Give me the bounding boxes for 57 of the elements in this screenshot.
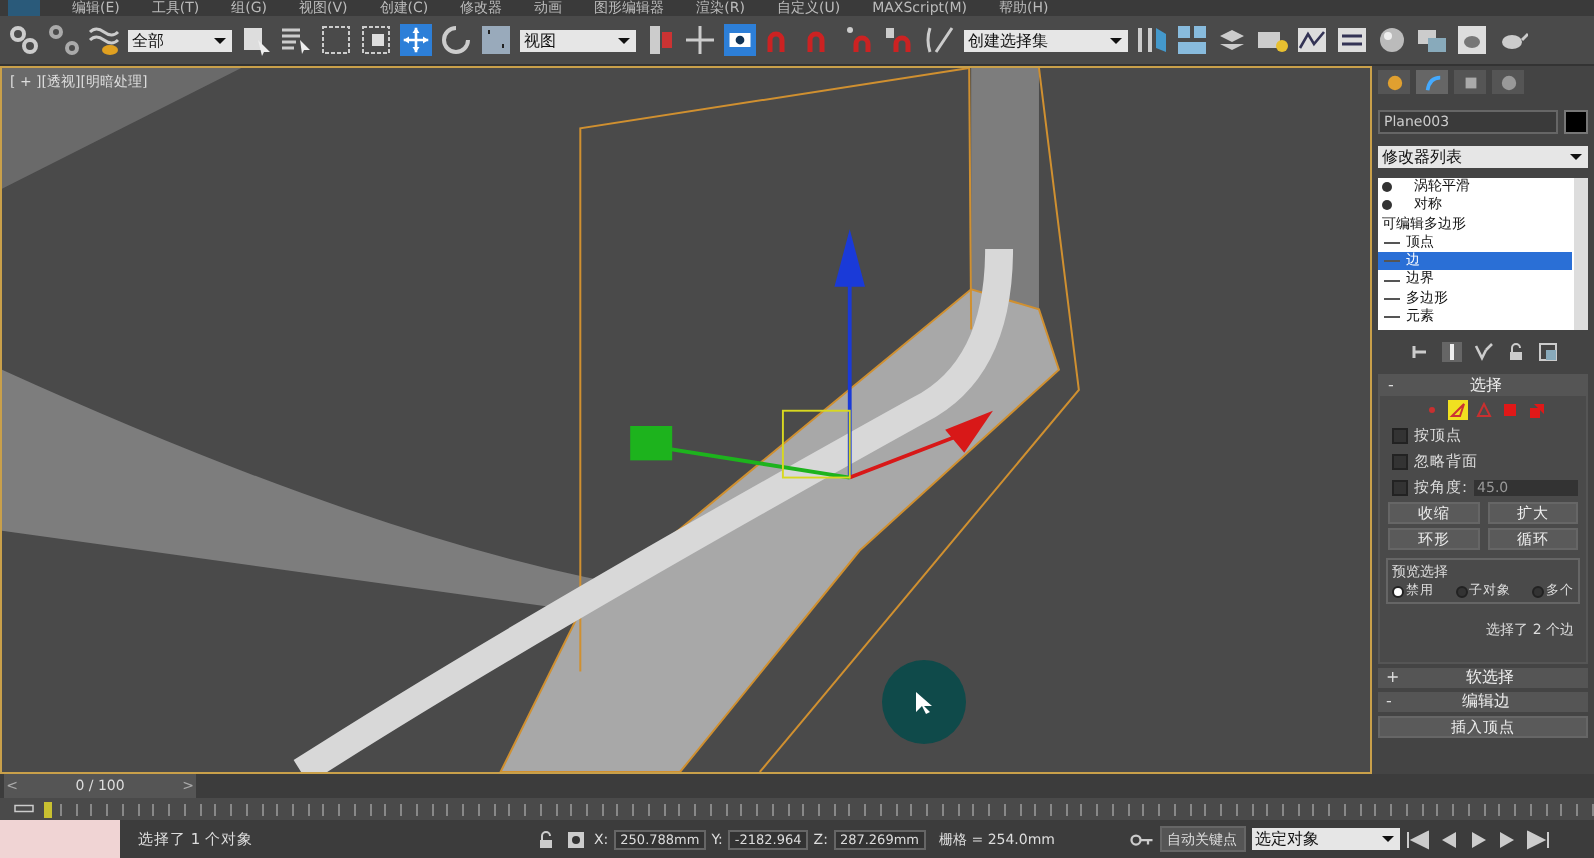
- mirror-icon[interactable]: [1136, 24, 1168, 56]
- schematic-icon[interactable]: [1336, 24, 1368, 56]
- material-editor-icon[interactable]: [1376, 24, 1408, 56]
- key-filter-dropdown[interactable]: 选定对象: [1251, 828, 1399, 850]
- configure-sets-icon[interactable]: [1537, 342, 1557, 362]
- filter-dropdown[interactable]: 全部: [128, 29, 232, 51]
- manipulate-icon[interactable]: [724, 24, 756, 56]
- show-end-result-icon[interactable]: [1441, 342, 1461, 362]
- hierarchy-tab[interactable]: [1454, 70, 1486, 94]
- modifier-list-dropdown[interactable]: 修改器列表: [1378, 146, 1588, 168]
- go-to-start-icon[interactable]: [1405, 829, 1429, 849]
- object-color-swatch[interactable]: [1564, 110, 1588, 134]
- coordinate-dropdown[interactable]: 视图: [520, 29, 636, 51]
- checkbox[interactable]: [1392, 479, 1408, 495]
- selection-set-dropdown[interactable]: 创建选择集: [964, 29, 1128, 51]
- track-bar[interactable]: [0, 798, 1594, 820]
- make-unique-icon[interactable]: [1473, 342, 1493, 362]
- window-crossing-icon[interactable]: [360, 24, 392, 56]
- maxscript-listener-field[interactable]: [0, 820, 120, 858]
- sphere-icon: [1385, 73, 1403, 91]
- go-to-end-icon[interactable]: [1525, 829, 1549, 849]
- move-cross-icon[interactable]: [684, 24, 716, 56]
- rotate-icon[interactable]: [440, 24, 472, 56]
- list-icon[interactable]: [280, 24, 312, 56]
- move-icon[interactable]: [400, 24, 432, 56]
- lock-icon[interactable]: [534, 829, 558, 849]
- rollout-header[interactable]: - 编辑边: [1378, 692, 1588, 712]
- rollout-header[interactable]: - 选择: [1380, 376, 1586, 396]
- edge-level-icon[interactable]: [1447, 400, 1467, 420]
- render-setup-icon[interactable]: [1416, 24, 1448, 56]
- align-icon[interactable]: [1176, 24, 1208, 56]
- pivot-icon[interactable]: [644, 24, 676, 56]
- next-key-icon[interactable]: [1495, 829, 1519, 849]
- lock-icon[interactable]: [1505, 342, 1525, 362]
- absolute-mode-icon[interactable]: [564, 829, 588, 849]
- link-icon[interactable]: [8, 24, 40, 56]
- time-marker-icon: [44, 801, 52, 817]
- unlink-icon[interactable]: [48, 24, 80, 56]
- rectangle-select-icon[interactable]: [320, 24, 352, 56]
- curve-editor-icon[interactable]: [1296, 24, 1328, 56]
- percent-snap-icon[interactable]: [844, 24, 876, 56]
- curve-icon: [1423, 73, 1441, 91]
- key-icon[interactable]: [1129, 829, 1153, 849]
- rollout-header[interactable]: + 软选择: [1378, 668, 1588, 688]
- motion-tab[interactable]: [1492, 70, 1524, 94]
- scrollbar[interactable]: [1574, 178, 1588, 330]
- spinner-snap-icon[interactable]: [884, 24, 916, 56]
- checkbox[interactable]: [1392, 453, 1408, 469]
- layers-icon[interactable]: [1216, 24, 1248, 56]
- select-object-icon[interactable]: [240, 24, 272, 56]
- wave-icon[interactable]: [88, 24, 120, 56]
- checkbox[interactable]: [1392, 427, 1408, 443]
- create-tab[interactable]: [1378, 70, 1410, 94]
- circle-icon: [1499, 73, 1517, 91]
- pin-stack-icon[interactable]: [1409, 342, 1429, 362]
- edit-named-selection-icon[interactable]: [924, 24, 956, 56]
- square-icon: [1461, 73, 1479, 91]
